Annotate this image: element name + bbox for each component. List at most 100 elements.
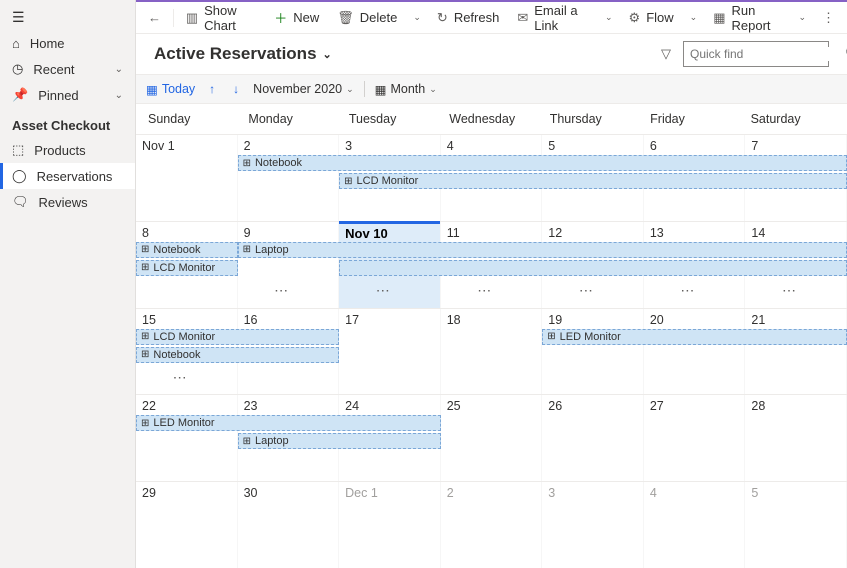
prev-period[interactable]: ↑ bbox=[205, 82, 219, 96]
calendar-toolbar: ▦Today ↑ ↓ November 2020 ⌄ ▦ Month ⌄ bbox=[136, 74, 847, 104]
event-icon: ⊞ bbox=[243, 244, 251, 255]
date-number: 20 bbox=[650, 313, 739, 327]
calendar-event[interactable]: ⊞Notebook bbox=[238, 155, 847, 171]
flow-button[interactable]: ⚙Flow bbox=[621, 4, 682, 32]
calendar-event[interactable]: ⊞Laptop bbox=[238, 433, 441, 449]
calendar-grid: SundayMondayTuesdayWednesdayThursdayFrid… bbox=[136, 104, 847, 568]
new-button[interactable]: ＋New bbox=[266, 4, 327, 32]
nav-recent[interactable]: ◷ Recent ⌄ bbox=[0, 56, 135, 82]
search-input[interactable] bbox=[690, 47, 845, 61]
calendar-cell[interactable]: 20 bbox=[644, 309, 746, 395]
event-label: LCD Monitor bbox=[153, 262, 215, 274]
show-chart-button[interactable]: ▥Show Chart bbox=[178, 4, 264, 32]
nav-reviews[interactable]: 🗨 Reviews bbox=[0, 189, 135, 215]
more-commands[interactable]: ⋮ bbox=[814, 4, 843, 32]
calendar-cell[interactable]: 19 bbox=[542, 309, 644, 395]
flow-dropdown[interactable]: ⌄ bbox=[684, 12, 704, 23]
event-icon: ⊞ bbox=[243, 158, 251, 169]
period-picker[interactable]: November 2020 ⌄ bbox=[253, 82, 354, 96]
refresh-button[interactable]: ↻Refresh bbox=[429, 4, 507, 32]
calendar-week: Nov 1234567⊞Notebook⊞LCD Monitor bbox=[136, 134, 847, 221]
command-bar: ← ▥Show Chart ＋New 🗑Delete ⌄ ↻Refresh ✉E… bbox=[136, 2, 847, 34]
nav-home[interactable]: ⌂ Home bbox=[0, 30, 135, 56]
view-selector[interactable]: Active Reservations ⌄ bbox=[154, 44, 332, 64]
day-header: Saturday bbox=[743, 112, 843, 126]
delete-dropdown[interactable]: ⌄ bbox=[407, 12, 427, 23]
more-events[interactable]: ⋯ bbox=[274, 282, 290, 299]
calendar-cell[interactable]: 4 bbox=[644, 482, 746, 568]
delete-button[interactable]: 🗑Delete bbox=[329, 4, 405, 32]
calendar-cell[interactable]: 2 bbox=[238, 135, 340, 221]
calendar-icon: ▦ bbox=[375, 82, 387, 97]
nav-label: Home bbox=[30, 36, 65, 51]
report-dropdown[interactable]: ⌄ bbox=[792, 12, 812, 23]
date-number: 19 bbox=[548, 313, 637, 327]
search-box[interactable]: 🔍 bbox=[683, 41, 829, 67]
calendar-cell[interactable]: Dec 1 bbox=[339, 482, 441, 568]
calendar-cell[interactable]: 26 bbox=[542, 395, 644, 481]
calendar-cell[interactable]: 18 bbox=[441, 309, 543, 395]
more-events[interactable]: ⋯ bbox=[680, 282, 696, 299]
cube-icon: ⬚ bbox=[12, 142, 24, 158]
today-button[interactable]: ▦Today bbox=[146, 82, 195, 97]
date-number: 12 bbox=[548, 226, 637, 240]
nav-pinned[interactable]: 📌 Pinned ⌄ bbox=[0, 82, 135, 108]
calendar-cell[interactable]: 27 bbox=[644, 395, 746, 481]
calendar-event[interactable]: ⊞Notebook bbox=[136, 242, 238, 258]
event-label: LED Monitor bbox=[560, 331, 621, 343]
filter-button[interactable]: ▽ bbox=[649, 46, 683, 62]
event-label: Laptop bbox=[255, 435, 289, 447]
event-label: LCD Monitor bbox=[357, 175, 419, 187]
event-icon: ⊞ bbox=[141, 331, 149, 342]
email-dropdown[interactable]: ⌄ bbox=[599, 12, 619, 23]
calendar-cell[interactable]: 3 bbox=[542, 482, 644, 568]
calendar-event[interactable]: ⊞LCD Monitor bbox=[136, 260, 238, 276]
title-bar: Active Reservations ⌄ ▽ 🔍 bbox=[136, 34, 847, 74]
date-number: Nov 10 bbox=[345, 226, 434, 241]
calendar-cell[interactable]: 25 bbox=[441, 395, 543, 481]
calendar-event[interactable]: ⊞LCD Monitor bbox=[136, 329, 339, 345]
calendar-cell[interactable]: 28 bbox=[745, 395, 847, 481]
calendar-event[interactable]: ⊞LED Monitor bbox=[542, 329, 847, 345]
calendar-event[interactable]: ⊞LCD Monitor bbox=[339, 173, 847, 189]
mail-icon: ✉ bbox=[517, 10, 528, 26]
calendar-event[interactable]: ⊞Notebook bbox=[136, 347, 339, 363]
calendar-event[interactable] bbox=[339, 260, 847, 276]
nav-reservations[interactable]: ◯ Reservations bbox=[0, 163, 135, 189]
calendar-event[interactable]: ⊞LED Monitor bbox=[136, 415, 441, 431]
day-header: Sunday bbox=[140, 112, 240, 126]
calendar-cell[interactable]: 5 bbox=[745, 482, 847, 568]
date-number: 21 bbox=[751, 313, 840, 327]
calendar-cell[interactable]: Nov 1 bbox=[136, 135, 238, 221]
hamburger-menu[interactable]: ☰ bbox=[0, 4, 135, 30]
more-events[interactable]: ⋯ bbox=[376, 282, 392, 299]
calendar-cell[interactable]: 17 bbox=[339, 309, 441, 395]
section-title: Asset Checkout bbox=[0, 108, 135, 137]
calendar-cell[interactable]: 29 bbox=[136, 482, 238, 568]
calendar-cell[interactable]: 30 bbox=[238, 482, 340, 568]
back-button[interactable]: ← bbox=[140, 4, 169, 32]
clock-icon: ◷ bbox=[12, 61, 23, 77]
nav-products[interactable]: ⬚ Products bbox=[0, 137, 135, 163]
view-picker[interactable]: ▦ Month ⌄ bbox=[375, 82, 437, 97]
calendar-cell[interactable]: 21 bbox=[745, 309, 847, 395]
email-link-button[interactable]: ✉Email a Link bbox=[509, 4, 597, 32]
more-events[interactable]: ⋯ bbox=[173, 369, 189, 386]
calendar-week: 29 30Dec 12345 bbox=[136, 481, 847, 568]
calendar-cell[interactable]: 22 bbox=[136, 395, 238, 481]
date-number: 5 bbox=[548, 139, 637, 153]
chevron-down-icon: ⌄ bbox=[346, 84, 354, 95]
run-report-button[interactable]: ▦Run Report bbox=[705, 4, 790, 32]
date-number: 29 bbox=[142, 486, 231, 500]
date-number: 28 bbox=[751, 399, 840, 413]
more-events[interactable]: ⋯ bbox=[782, 282, 798, 299]
calendar-event[interactable]: ⊞Laptop bbox=[238, 242, 847, 258]
more-events[interactable]: ⋯ bbox=[477, 282, 493, 299]
next-period[interactable]: ↓ bbox=[229, 82, 243, 96]
event-label: Notebook bbox=[153, 244, 200, 256]
refresh-icon: ↻ bbox=[437, 10, 448, 26]
event-icon: ⊞ bbox=[141, 349, 149, 360]
calendar-cell[interactable]: 2 bbox=[441, 482, 543, 568]
day-headers: SundayMondayTuesdayWednesdayThursdayFrid… bbox=[136, 104, 847, 134]
more-events[interactable]: ⋯ bbox=[579, 282, 595, 299]
